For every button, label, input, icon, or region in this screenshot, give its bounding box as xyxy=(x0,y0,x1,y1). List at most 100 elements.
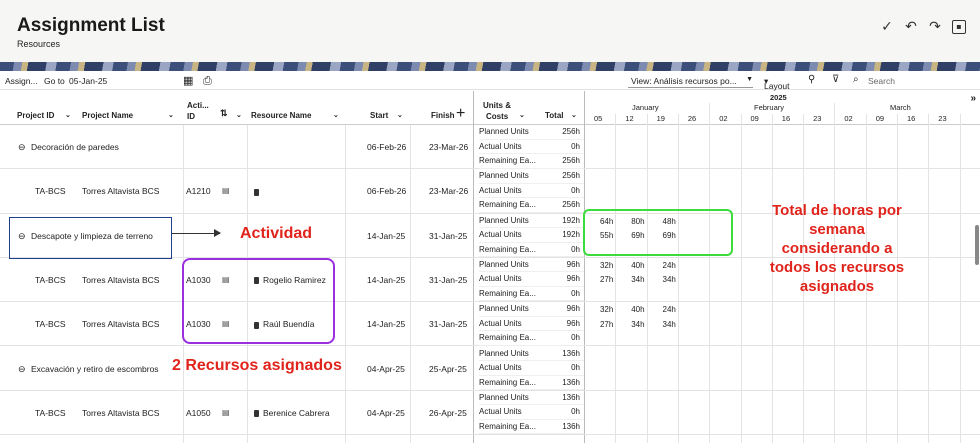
units-row-actual: Actual Units 96h xyxy=(479,272,584,287)
calendar-icon[interactable]: ▦ xyxy=(183,74,193,87)
unit-total: 0h xyxy=(571,185,580,195)
notes-icon[interactable]: ▤ xyxy=(222,186,230,195)
timeline-week: 09 xyxy=(875,114,885,123)
annotation-line: considerando a xyxy=(781,240,893,257)
unit-total: 0h xyxy=(571,363,580,372)
weekly-value: 24h xyxy=(662,260,676,270)
lock-icon xyxy=(254,188,259,196)
add-column-icon[interactable]: + xyxy=(456,105,465,123)
activity-id: A1210 xyxy=(186,186,211,197)
unit-label: Planned Units xyxy=(479,304,529,314)
weekly-value: 34h xyxy=(662,319,676,329)
toolbar: Assign... Go to 05-Jan-25 ▦ ⎙ View: Anál… xyxy=(0,71,980,91)
col-total[interactable]: Total xyxy=(545,111,564,120)
unit-label: Actual Units xyxy=(479,274,522,284)
sort-icon[interactable]: ⇅ xyxy=(220,108,228,119)
start-date: 14-Jan-25 xyxy=(367,275,406,286)
timeline-week: 23 xyxy=(938,114,947,123)
layout-menu[interactable]: Layout ▾ xyxy=(764,76,790,91)
col-activity-id-top[interactable]: Acti... xyxy=(187,101,209,110)
assign-button[interactable]: Assign... xyxy=(5,76,38,86)
timeline-month: March xyxy=(890,103,911,112)
resource-cell: Berenice Cabrera xyxy=(254,408,330,418)
sort-chevron-icon[interactable]: ⌄ xyxy=(519,111,525,119)
unit-total: 136h xyxy=(562,348,580,358)
sort-chevron-icon[interactable]: ⌄ xyxy=(571,111,577,119)
vertical-scrollbar[interactable] xyxy=(975,225,979,265)
unit-label: Remaining Ea... xyxy=(479,333,536,343)
goto-date-input[interactable]: 05-Jan-25 xyxy=(69,76,107,86)
col-finish[interactable]: Finish xyxy=(431,111,455,120)
collapse-icon[interactable]: ⊖ xyxy=(18,142,26,153)
sort-chevron-icon[interactable]: ⌄ xyxy=(397,111,403,119)
resource-name: Berenice Cabrera xyxy=(263,407,330,418)
timeline-week: 26 xyxy=(687,114,697,123)
arrow-line xyxy=(172,233,220,234)
timeline-week: 12 xyxy=(625,114,634,123)
notes-icon[interactable]: ▤ xyxy=(222,408,230,417)
weekly-value: 34h xyxy=(631,275,645,285)
decorative-banner xyxy=(0,62,980,71)
unit-total: 192h xyxy=(562,230,580,240)
units-row-planned: Planned Units 96h xyxy=(479,258,584,273)
weekly-value: 40h xyxy=(631,305,645,315)
unit-label: Remaining Ea... xyxy=(479,377,536,387)
check-icon[interactable]: ✓ xyxy=(880,20,894,34)
project-name: Torres Altavista BCS xyxy=(82,407,160,418)
timeline-week: 02 xyxy=(844,114,853,123)
search-input[interactable]: Search xyxy=(868,76,895,86)
scroll-right-icon[interactable]: » xyxy=(970,93,976,104)
sort-chevron-icon[interactable]: ⌄ xyxy=(65,111,71,119)
unit-label: Actual Units xyxy=(479,185,522,195)
sort-chevron-icon[interactable]: ⌄ xyxy=(333,111,339,119)
col-start[interactable]: Start xyxy=(370,111,388,120)
collapse-icon[interactable]: ⊖ xyxy=(18,364,26,375)
undo-icon[interactable]: ↶ xyxy=(904,20,918,34)
activity-group-row[interactable]: ⊖ Excavación y retiro de escombros 04-Apr-… xyxy=(0,347,980,391)
arrow-head-icon xyxy=(214,229,221,237)
finish-date: 26-Apr-25 xyxy=(429,407,467,418)
unit-total: 0h xyxy=(571,407,580,417)
search-icon: ⌕ xyxy=(853,74,859,85)
view-select[interactable]: View: Análisis recursos po... ▼ xyxy=(628,74,753,88)
filter-icon[interactable]: ⊽ xyxy=(832,74,839,85)
weekly-value: 27h xyxy=(599,319,614,329)
start-date: 04-Apr-25 xyxy=(367,363,405,374)
unit-total: 256h xyxy=(562,156,580,165)
timeline-week: 19 xyxy=(656,114,665,123)
finish-date: 31-Jan-25 xyxy=(429,230,468,241)
col-resource-name[interactable]: Resource Name xyxy=(251,111,311,120)
assignment-row[interactable]: TA-BCS Torres Altavista BCS A1030 ▤ Raúl Bue… xyxy=(0,302,980,347)
units-row-actual: Actual Units 0h xyxy=(479,361,584,376)
sort-chevron-icon[interactable]: ⌄ xyxy=(168,111,174,119)
unit-total: 136h xyxy=(562,392,580,402)
unit-total: 192h xyxy=(562,215,580,225)
units-row-planned: Planned Units 192h xyxy=(479,214,584,229)
unit-total: 256h xyxy=(562,127,580,136)
unit-total: 0h xyxy=(571,333,580,343)
units-row-remaining: Remaining Ea... 0h xyxy=(479,331,584,346)
activity-group-row[interactable]: ⊖ Decoración de paredes 06-Feb-26 23-Mar-26… xyxy=(0,125,980,170)
annotation-recursos: 2 Recursos asignados xyxy=(172,357,342,374)
save-icon[interactable]: ▪ xyxy=(952,20,966,34)
start-date: 14-Jan-25 xyxy=(367,319,406,330)
start-date: 04-Apr-25 xyxy=(367,407,405,418)
timeline-week: 16 xyxy=(907,114,916,123)
col-units-costs-top[interactable]: Units & xyxy=(483,101,511,110)
col-project-id[interactable]: Project ID xyxy=(17,111,54,120)
weekly-value: 34h xyxy=(631,319,645,329)
wrench-icon[interactable]: ⚲ xyxy=(808,74,815,85)
annotation-total-horas: Total de horas por semana considerando a… xyxy=(742,201,932,296)
redo-icon[interactable]: ↷ xyxy=(928,20,942,34)
units-row-planned: Planned Units 256h xyxy=(479,169,584,184)
sort-chevron-icon[interactable]: ⌄ xyxy=(236,111,242,119)
units-row-remaining: Remaining Ea... 256h xyxy=(479,198,584,213)
timeline-week: 16 xyxy=(781,114,791,123)
unit-total: 256h xyxy=(562,171,580,181)
print-icon[interactable]: ⎙ xyxy=(203,74,212,88)
unit-total: 96h xyxy=(566,274,580,284)
assignment-row[interactable]: TA-BCS Torres Altavista BCS A1050 ▤ Berenice… xyxy=(0,391,980,436)
unit-label: Planned Units xyxy=(479,171,529,181)
col-project-name[interactable]: Project Name xyxy=(82,111,133,120)
unit-label: Remaining Ea... xyxy=(479,421,536,431)
